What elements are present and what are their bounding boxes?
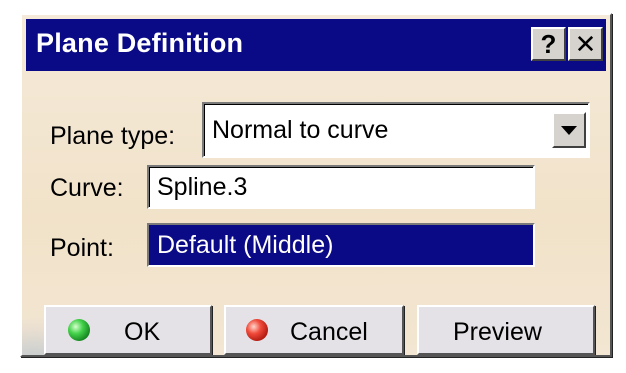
ok-button-label: OK	[124, 318, 161, 346]
cancel-button[interactable]: Cancel	[224, 305, 404, 355]
plane-definition-dialog: Plane Definition ? ✕ Plane type: Normal …	[20, 13, 612, 357]
help-icon: ?	[540, 29, 557, 59]
point-label: Point:	[50, 234, 114, 262]
point-value: Default (Middle)	[157, 231, 334, 259]
point-field[interactable]: Default (Middle)	[147, 223, 535, 267]
help-button[interactable]: ?	[531, 27, 566, 61]
chevron-down-icon	[561, 126, 577, 135]
curve-value: Spline.3	[157, 173, 248, 201]
cancel-button-label: Cancel	[290, 318, 368, 346]
plane-type-value: Normal to curve	[212, 116, 389, 144]
curve-label: Curve:	[50, 174, 124, 202]
curve-field[interactable]: Spline.3	[147, 165, 535, 209]
red-led-icon	[246, 319, 268, 341]
preview-button-label: Preview	[453, 318, 542, 346]
title-bar[interactable]: Plane Definition ? ✕	[26, 19, 606, 71]
preview-button[interactable]: Preview	[417, 305, 595, 355]
close-button[interactable]: ✕	[568, 27, 603, 61]
green-led-icon	[68, 319, 90, 341]
ok-button[interactable]: OK	[44, 305, 212, 355]
dialog-title: Plane Definition	[36, 28, 244, 58]
plane-type-dropdown-button[interactable]	[552, 112, 586, 148]
close-icon: ✕	[574, 29, 597, 59]
plane-type-select[interactable]: Normal to curve	[202, 102, 590, 158]
plane-type-label: Plane type:	[50, 122, 176, 150]
